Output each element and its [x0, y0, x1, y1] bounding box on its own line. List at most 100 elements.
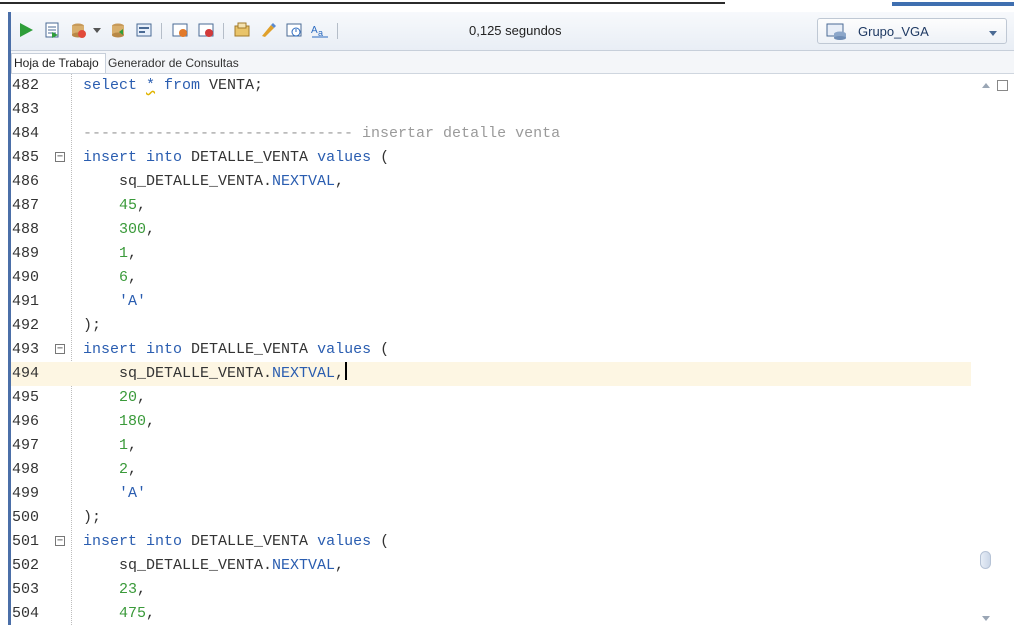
svg-text:A: A	[311, 25, 318, 36]
code-token: VENTA;	[209, 77, 264, 94]
code-token: 6	[119, 269, 129, 286]
code-token: 'A'	[119, 293, 147, 310]
code-line[interactable]: 483	[11, 98, 971, 122]
history-icon[interactable]	[283, 19, 305, 41]
explain-plan-icon[interactable]	[133, 19, 155, 41]
scrollbar-thumb[interactable]	[980, 551, 991, 569]
code-line[interactable]: 484 ------------------------------ insert…	[11, 122, 971, 146]
tab-generador-de-consultas[interactable]: Generador de Consultas	[108, 54, 239, 72]
code-text: sq_DETALLE_VENTA.NEXTVAL,	[83, 362, 348, 386]
line-number: 492	[12, 317, 40, 334]
execution-time-label: 0,125 segundos	[469, 23, 562, 38]
code-line[interactable]: 492);	[11, 314, 971, 338]
run-statement-icon[interactable]	[15, 19, 37, 41]
sql-editor[interactable]: 482 select * from VENTA; 483 484 -----------…	[11, 74, 1014, 625]
code-token: *	[146, 77, 156, 94]
text-cursor	[345, 362, 348, 380]
code-text: 1,	[83, 242, 137, 266]
code-token: values	[317, 341, 381, 358]
sql-worksheet-window: Aa 0,125 segundos Grupo_VGA Hoja de Trab…	[8, 12, 1014, 625]
code-line[interactable]: 487 45,	[11, 194, 971, 218]
rollback-icon[interactable]	[107, 19, 129, 41]
code-token: 23	[119, 581, 138, 598]
format-case-icon[interactable]: Aa	[309, 19, 331, 41]
code-text: 6,	[83, 266, 137, 290]
code-token: ,	[137, 581, 147, 598]
code-token: 475	[119, 605, 147, 622]
code-line[interactable]: 498 2,	[11, 458, 971, 482]
code-line[interactable]: 496 180,	[11, 410, 971, 434]
line-number: 494	[12, 365, 40, 382]
database-connection-icon	[826, 22, 848, 45]
vertical-scrollbar[interactable]	[979, 74, 993, 625]
code-token: ,	[128, 245, 138, 262]
code-token: DETALLE_VENTA	[191, 149, 318, 166]
line-number: 482	[12, 77, 40, 94]
code-line[interactable]: 485 − insert into DETALLE_VENTA values (	[11, 146, 971, 170]
code-token: );	[83, 509, 102, 526]
top-strip	[0, 0, 1014, 12]
code-token: values	[317, 149, 381, 166]
line-number: 488	[12, 221, 40, 238]
sql-tuning-icon[interactable]	[195, 19, 217, 41]
code-token: insert into	[83, 533, 192, 550]
fold-collapse-icon[interactable]: −	[55, 152, 65, 162]
code-token: DETALLE_VENTA	[191, 341, 318, 358]
code-token: (	[380, 341, 390, 358]
clear-icon[interactable]	[257, 19, 279, 41]
code-token: 180	[119, 413, 147, 430]
code-line[interactable]: 500);	[11, 506, 971, 530]
scroll-up-icon[interactable]	[981, 78, 991, 88]
code-token: ,	[335, 365, 345, 382]
autotrace-icon[interactable]	[169, 19, 191, 41]
fold-collapse-icon[interactable]: −	[55, 536, 65, 546]
line-number: 504	[12, 605, 40, 622]
code-token: ,	[137, 389, 147, 406]
code-text: 'A'	[83, 290, 146, 314]
code-token: select	[83, 77, 147, 94]
line-number: 490	[12, 269, 40, 286]
code-line[interactable]: 486 sq_DETALLE_VENTA.NEXTVAL,	[11, 170, 971, 194]
run-script-icon[interactable]	[41, 19, 63, 41]
code-line[interactable]: 504 475,	[11, 602, 971, 625]
code-line[interactable]: 503 23,	[11, 578, 971, 602]
connection-selector[interactable]: Grupo_VGA	[817, 18, 1007, 44]
unshared-sql-icon[interactable]	[231, 19, 253, 41]
commit-icon[interactable]	[67, 19, 89, 41]
line-number: 486	[12, 173, 40, 190]
code-token: ,	[146, 413, 156, 430]
code-line[interactable]: 482 select * from VENTA;	[11, 74, 971, 98]
dropdown-arrow-icon[interactable]	[90, 19, 104, 41]
code-line[interactable]: 490 6,	[11, 266, 971, 290]
line-number: 497	[12, 437, 40, 454]
code-line[interactable]: 502 sq_DETALLE_VENTA.NEXTVAL,	[11, 554, 971, 578]
code-line[interactable]: 488 300,	[11, 218, 971, 242]
code-token: ------------------------------ insertar …	[83, 125, 561, 142]
code-token: ,	[137, 197, 147, 214]
code-line[interactable]: 495 20,	[11, 386, 971, 410]
code-token: DETALLE_VENTA	[191, 533, 318, 550]
code-line[interactable]: 497 1,	[11, 434, 971, 458]
fold-collapse-icon[interactable]: −	[55, 344, 65, 354]
code-token: (	[380, 533, 390, 550]
code-text: sq_DETALLE_VENTA.NEXTVAL,	[83, 554, 344, 578]
code-line[interactable]: 493 − insert into DETALLE_VENTA values (	[11, 338, 971, 362]
code-line[interactable]: 494 sq_DETALLE_VENTA.NEXTVAL,	[11, 362, 971, 386]
tab-hoja-de-trabajo[interactable]: Hoja de Trabajo	[11, 53, 106, 73]
code-line[interactable]: 491 'A'	[11, 290, 971, 314]
code-line[interactable]: 501 − insert into DETALLE_VENTA values (	[11, 530, 971, 554]
code-line[interactable]: 499 'A'	[11, 482, 971, 506]
code-text: insert into DETALLE_VENTA values (	[83, 338, 389, 362]
code-token: 2	[119, 461, 129, 478]
chevron-down-icon	[988, 25, 998, 43]
code-line[interactable]: 489 1,	[11, 242, 971, 266]
scroll-down-icon[interactable]	[981, 610, 991, 621]
